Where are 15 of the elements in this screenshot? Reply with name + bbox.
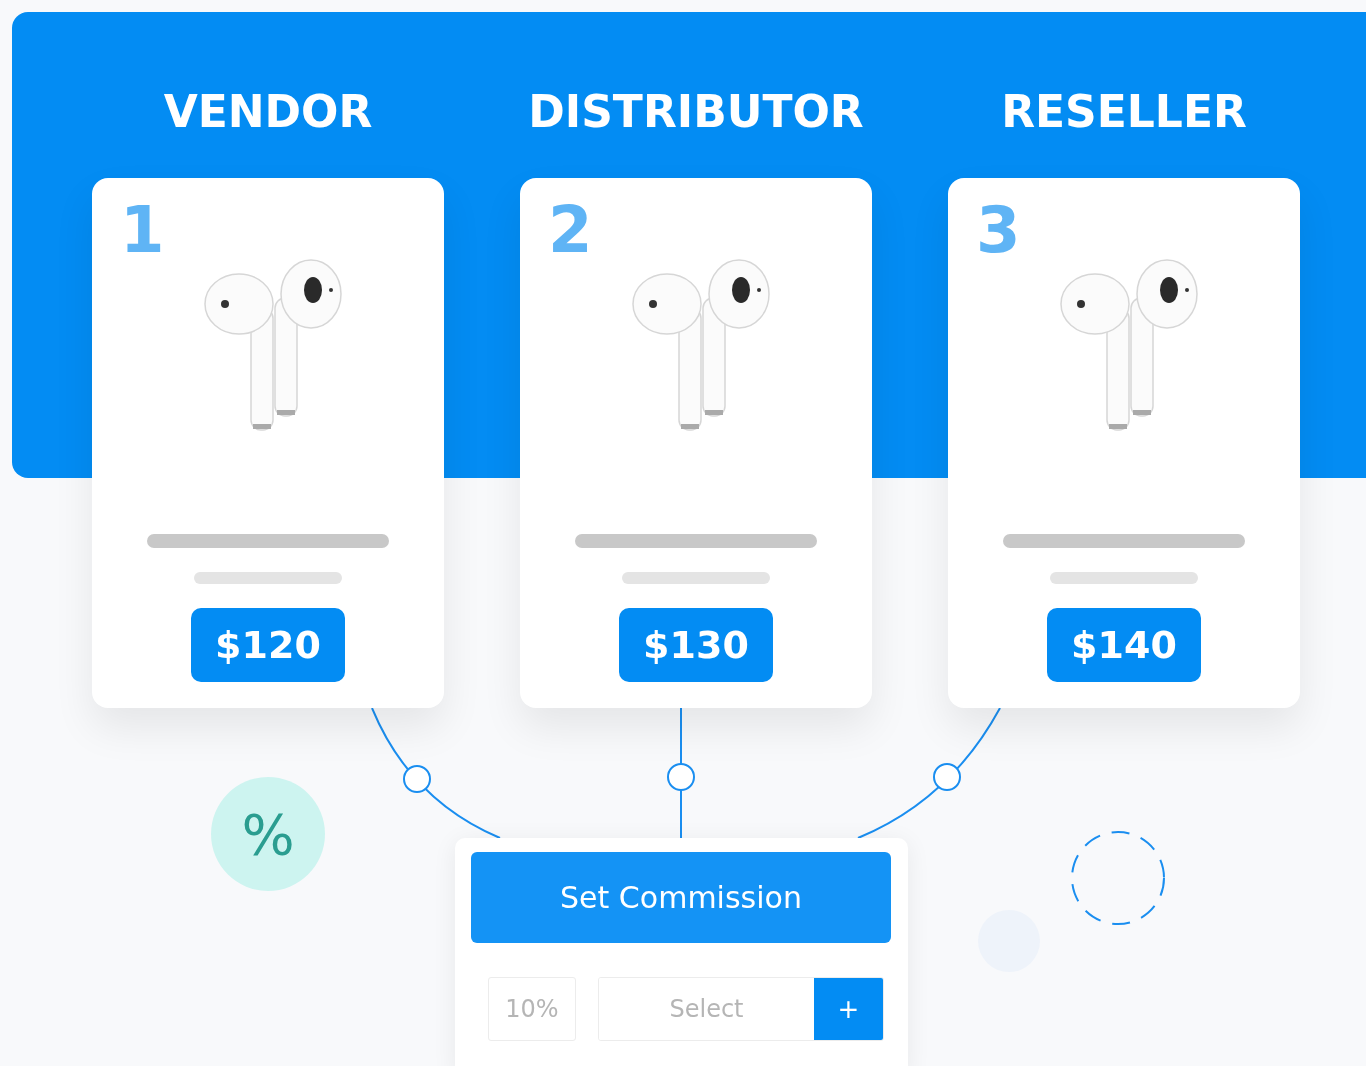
set-commission-button[interactable]: Set Commission: [471, 852, 891, 943]
price-button[interactable]: $140: [1047, 608, 1201, 682]
price-button[interactable]: $120: [191, 608, 345, 682]
add-button[interactable]: +: [814, 978, 883, 1040]
tier-title: RESELLER: [1001, 85, 1247, 139]
step-number: 2: [548, 198, 593, 262]
tier-title: VENDOR: [163, 85, 373, 139]
dashed-circle-icon: [1070, 830, 1166, 926]
rate-field[interactable]: 10%: [488, 977, 576, 1041]
step-number: 3: [976, 198, 1021, 262]
select-field[interactable]: Select +: [598, 977, 884, 1041]
tier-title: DISTRIBUTOR: [528, 85, 864, 139]
percent-badge: %: [211, 777, 325, 891]
price-button[interactable]: $130: [619, 608, 773, 682]
step-number: 1: [120, 198, 165, 262]
